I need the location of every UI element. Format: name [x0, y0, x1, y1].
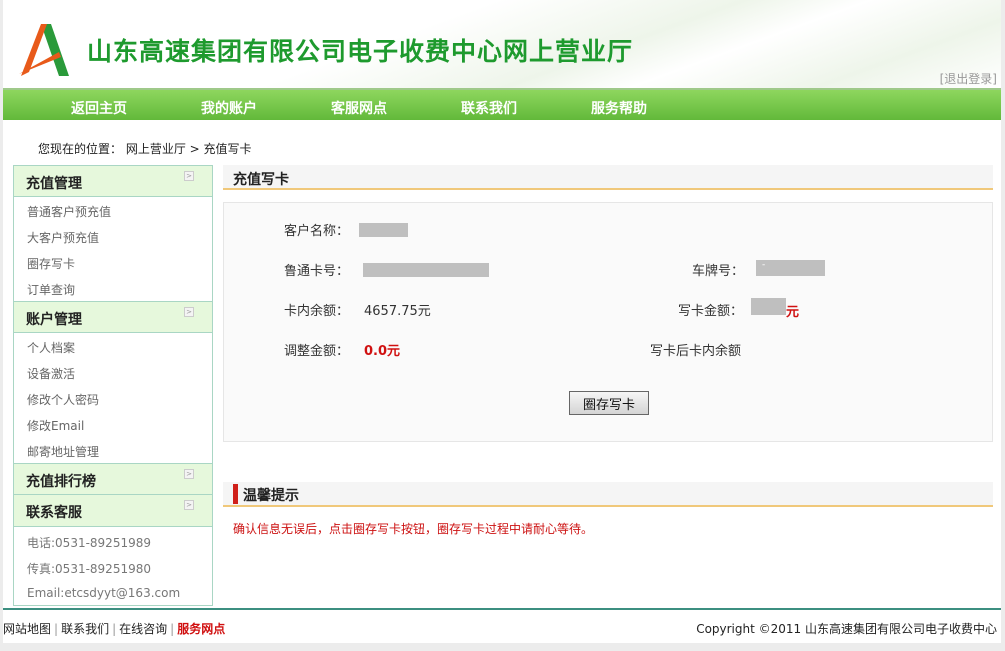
plate-label: 车牌号：	[692, 264, 745, 279]
nav-help[interactable]: 服务帮助	[591, 98, 647, 118]
section-title: 账户管理	[26, 312, 82, 328]
write-amount-unit: 元	[786, 305, 800, 320]
section-title: 充值排行榜	[26, 474, 96, 490]
footer-link-outlets[interactable]: 服务网点	[177, 622, 225, 636]
card-info-panel: 客户名称： 鲁通卡号： 车牌号： - 卡内余额： 4657.75元 写卡金额： …	[223, 202, 993, 442]
sidebar-section-recharge[interactable]: 充值管理 >	[14, 165, 212, 197]
section-title: 充值管理	[26, 176, 82, 192]
main-content: 充值写卡 客户名称： 鲁通卡号： 车牌号： - 卡内余额： 4657.75元 写…	[223, 165, 993, 536]
footer-link-sitemap[interactable]: 网站地图	[3, 622, 51, 636]
section-title: 充值写卡	[223, 165, 993, 190]
sidebar-section-contact[interactable]: 联系客服 >	[14, 495, 212, 527]
contact-email: Email:etcsdyyt@163.com	[27, 586, 181, 600]
sidebar-item-mail-address[interactable]: 邮寄地址管理	[14, 437, 212, 463]
site-title: 山东高速集团有限公司电子收费中心网上营业厅	[87, 37, 634, 66]
footer-links: 网站地图 | 联系我们 | 在线咨询 | 服务网点	[3, 622, 226, 636]
card-no-redacted	[363, 263, 489, 277]
adjust-label: 调整金额：	[284, 344, 350, 359]
sidebar-item-regular-prepay[interactable]: 普通客户预充值	[14, 197, 212, 223]
expand-icon[interactable]: >	[184, 171, 194, 181]
sidebar: 充值管理 > 普通客户预充值 大客户预充值 圈存写卡 订单查询 账户管理 > 个人档…	[13, 165, 213, 606]
card-no-label: 鲁通卡号：	[284, 264, 350, 279]
nav-contact-us[interactable]: 联系我们	[461, 98, 517, 118]
after-balance-label: 写卡后卡内余额	[650, 344, 742, 359]
header: 山东高速集团有限公司电子收费中心网上营业厅 [退出登录]	[3, 0, 1001, 88]
sidebar-item-write-card[interactable]: 圈存写卡	[14, 249, 212, 275]
tips-marker	[233, 484, 238, 504]
expand-icon[interactable]: >	[184, 500, 194, 510]
section-title: 联系客服	[26, 505, 82, 521]
adjust-value: 0.0元	[364, 344, 401, 359]
sidebar-item-profile[interactable]: 个人档案	[14, 333, 212, 359]
breadcrumb: 您现在的位置： 网上营业厅 > 充值写卡	[38, 142, 252, 156]
customer-name-redacted	[359, 223, 408, 237]
tips-text: 确认信息无误后，点击圈存写卡按钮，圈存写卡过程中请耐心等待。	[233, 522, 594, 536]
logout-link[interactable]: [退出登录]	[940, 70, 997, 87]
sidebar-item-change-email[interactable]: 修改Email	[14, 411, 212, 437]
footer-link-consult[interactable]: 在线咨询	[119, 622, 167, 636]
main-nav: 返回主页 我的账户 客服网点 联系我们 服务帮助	[3, 88, 1001, 120]
footer-divider	[3, 608, 1001, 610]
sidebar-item-orders[interactable]: 订单查询	[14, 275, 212, 301]
footer-link-contact[interactable]: 联系我们	[61, 622, 109, 636]
plate-value: -	[756, 260, 825, 276]
nav-my-account[interactable]: 我的账户	[201, 98, 257, 118]
balance-label: 卡内余额：	[284, 304, 350, 319]
page: 山东高速集团有限公司电子收费中心网上营业厅 [退出登录] 返回主页 我的账户 客…	[3, 0, 1001, 643]
write-card-button[interactable]: 圈存写卡	[569, 391, 649, 415]
copyright: Copyright ©2011 山东高速集团有限公司电子收费中心	[696, 622, 997, 636]
tips-header: 温馨提示	[223, 482, 993, 507]
tips-title: 温馨提示	[243, 488, 299, 504]
sidebar-section-account[interactable]: 账户管理 >	[14, 301, 212, 333]
nav-home[interactable]: 返回主页	[71, 98, 127, 118]
balance-value: 4657.75元	[364, 304, 431, 319]
nav-service-outlets[interactable]: 客服网点	[331, 98, 387, 118]
write-amount-redacted	[751, 298, 786, 315]
contact-fax: 传真:0531-89251980	[27, 562, 151, 576]
contact-phone: 电话:0531-89251989	[27, 536, 151, 550]
expand-icon[interactable]: >	[184, 469, 194, 479]
sidebar-section-ranking[interactable]: 充值排行榜 >	[14, 463, 212, 495]
expand-icon[interactable]: >	[184, 307, 194, 317]
sidebar-item-vip-prepay[interactable]: 大客户预充值	[14, 223, 212, 249]
sidebar-item-change-password[interactable]: 修改个人密码	[14, 385, 212, 411]
sidebar-item-device-activate[interactable]: 设备激活	[14, 359, 212, 385]
write-amount-label: 写卡金额：	[678, 304, 744, 319]
logo-icon	[19, 24, 69, 76]
customer-name-label: 客户名称：	[284, 224, 350, 239]
